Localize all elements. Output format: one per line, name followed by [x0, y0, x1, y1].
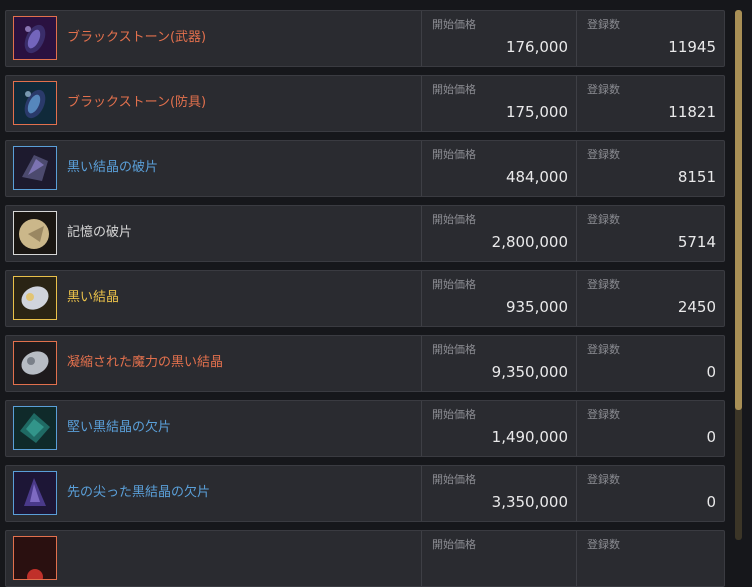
- count-value: 11821: [668, 103, 716, 121]
- item-name: 凝縮された魔力の黒い結晶: [67, 355, 224, 370]
- market-row[interactable]: 黒い結晶 開始価格 935,000 登録数 2450: [5, 270, 725, 327]
- scrollbar[interactable]: [735, 10, 742, 540]
- count-column: 登録数 0: [576, 466, 724, 521]
- price-value: 1,490,000: [491, 428, 568, 446]
- price-label: 開始価格: [432, 278, 476, 291]
- count-label: 登録数: [587, 473, 620, 486]
- price-column: 開始価格: [421, 531, 576, 586]
- count-label: 登録数: [587, 408, 620, 421]
- black-crystal-shard-icon: [13, 146, 57, 190]
- black-stone-weapon-icon: [13, 16, 57, 60]
- item-name: ブラックストーン(武器): [67, 30, 207, 45]
- count-label: 登録数: [587, 83, 620, 96]
- item-name: 黒い結晶の破片: [67, 160, 159, 175]
- partial-item-icon: [13, 536, 57, 580]
- price-column: 開始価格 1,490,000: [421, 401, 576, 456]
- market-row[interactable]: ブラックストーン(防具) 開始価格 175,000 登録数 11821: [5, 75, 725, 132]
- item-name: 記憶の破片: [67, 225, 133, 240]
- price-value: 935,000: [505, 298, 568, 316]
- price-label: 開始価格: [432, 408, 476, 421]
- count-column: 登録数 8151: [576, 141, 724, 196]
- price-column: 開始価格 935,000: [421, 271, 576, 326]
- price-column: 開始価格 484,000: [421, 141, 576, 196]
- price-value: 9,350,000: [491, 363, 568, 381]
- price-column: 開始価格 9,350,000: [421, 336, 576, 391]
- item-name: ブラックストーン(防具): [67, 95, 207, 110]
- count-value: 5714: [677, 233, 716, 251]
- market-row[interactable]: 黒い結晶の破片 開始価格 484,000 登録数 8151: [5, 140, 725, 197]
- count-value: 2450: [677, 298, 716, 316]
- count-column: 登録数 0: [576, 401, 724, 456]
- price-value: 3,350,000: [491, 493, 568, 511]
- memory-fragment-icon: [13, 211, 57, 255]
- price-value: 484,000: [505, 168, 568, 186]
- price-column: 開始価格 176,000: [421, 11, 576, 66]
- item-name: 堅い黒結晶の欠片: [67, 420, 172, 435]
- price-value: 2,800,000: [491, 233, 568, 251]
- count-label: 登録数: [587, 213, 620, 226]
- price-column: 開始価格 3,350,000: [421, 466, 576, 521]
- market-row[interactable]: 先の尖った黒結晶の欠片 開始価格 3,350,000 登録数 0: [5, 465, 725, 522]
- market-row[interactable]: ブラックストーン(武器) 開始価格 176,000 登録数 11945: [5, 10, 725, 67]
- market-row[interactable]: 堅い黒結晶の欠片 開始価格 1,490,000 登録数 0: [5, 400, 725, 457]
- price-label: 開始価格: [432, 473, 476, 486]
- black-crystal-icon: [13, 276, 57, 320]
- count-value: 0: [706, 363, 716, 381]
- market-row[interactable]: 開始価格 登録数: [5, 530, 725, 587]
- price-label: 開始価格: [432, 343, 476, 356]
- count-column: 登録数 11945: [576, 11, 724, 66]
- concentrated-black-crystal-icon: [13, 341, 57, 385]
- count-label: 登録数: [587, 148, 620, 161]
- count-column: 登録数 11821: [576, 76, 724, 131]
- market-item-list: ブラックストーン(武器) 開始価格 176,000 登録数 11945 ブラック…: [0, 0, 752, 587]
- count-value: 0: [706, 493, 716, 511]
- price-label: 開始価格: [432, 213, 476, 226]
- hard-black-crystal-shard-icon: [13, 406, 57, 450]
- market-row[interactable]: 記憶の破片 開始価格 2,800,000 登録数 5714: [5, 205, 725, 262]
- price-column: 開始価格 2,800,000: [421, 206, 576, 261]
- market-row[interactable]: 凝縮された魔力の黒い結晶 開始価格 9,350,000 登録数 0: [5, 335, 725, 392]
- count-label: 登録数: [587, 18, 620, 31]
- scrollbar-thumb[interactable]: [735, 10, 742, 410]
- count-column: 登録数 5714: [576, 206, 724, 261]
- black-stone-armor-icon: [13, 81, 57, 125]
- item-name: 黒い結晶: [67, 290, 120, 305]
- count-value: 11945: [668, 38, 716, 56]
- count-column: 登録数 0: [576, 336, 724, 391]
- count-value: 8151: [677, 168, 716, 186]
- count-label: 登録数: [587, 343, 620, 356]
- sharp-black-crystal-shard-icon: [13, 471, 57, 515]
- price-label: 開始価格: [432, 18, 476, 31]
- price-label: 開始価格: [432, 83, 476, 96]
- price-label: 開始価格: [432, 148, 476, 161]
- item-name: 先の尖った黒結晶の欠片: [67, 485, 211, 500]
- price-value: 175,000: [505, 103, 568, 121]
- count-column: 登録数: [576, 531, 724, 586]
- count-label: 登録数: [587, 278, 620, 291]
- count-value: 0: [706, 428, 716, 446]
- price-column: 開始価格 175,000: [421, 76, 576, 131]
- count-column: 登録数 2450: [576, 271, 724, 326]
- price-value: 176,000: [505, 38, 568, 56]
